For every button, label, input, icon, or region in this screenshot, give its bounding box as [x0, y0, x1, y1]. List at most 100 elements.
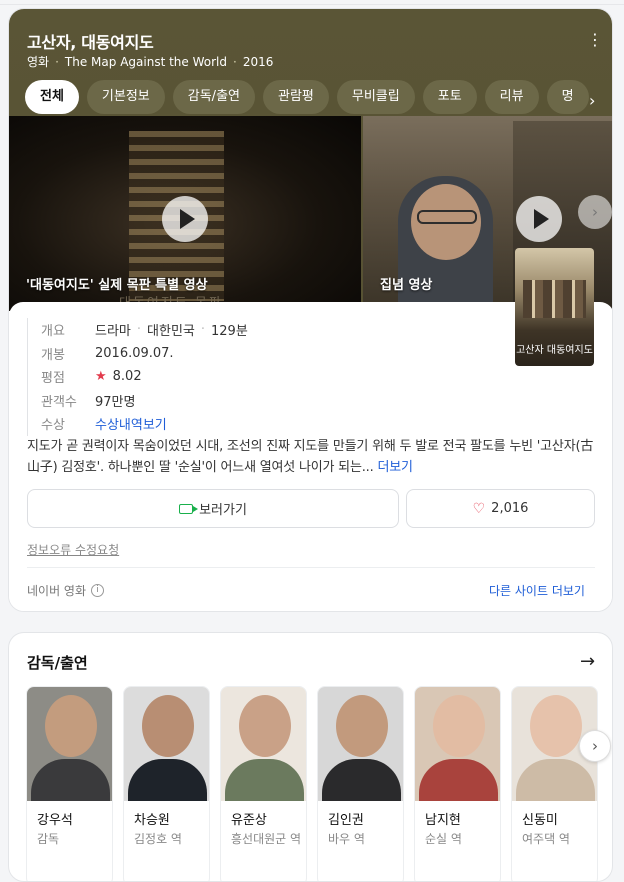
cast-item[interactable]: 유준상 흥선대원군 역 [220, 686, 307, 881]
info-row-rating: 평점 ★ 8.02 [41, 365, 248, 389]
english-title: The Map Against the World [64, 54, 227, 69]
movie-info-card: 고산자, 대동여지도 ⋮ 영화 · The Map Against the Wo… [8, 8, 613, 612]
rating-value[interactable]: ★ 8.02 [95, 369, 142, 384]
report-error-link[interactable]: 정보오류 수정요청 [27, 541, 119, 558]
arrow-right-icon[interactable]: → [580, 651, 595, 672]
separator-dot: · [55, 54, 59, 69]
tab-reviews[interactable]: 리뷰 [484, 80, 539, 114]
info-value: 드라마 · 대한민국 · 129분 [95, 320, 248, 339]
cast-list: 강우석 감독 차승원 김정호 역 유준상 흥선대원군 역 김인권 바우 역 남지… [26, 686, 598, 881]
star-icon: ★ [95, 369, 107, 385]
awards-link[interactable]: 수상내역보기 [95, 414, 167, 433]
info-table: 개요 드라마 · 대한민국 · 129분 개봉 2016.09.07. 평점 ★… [27, 318, 248, 436]
photo-body [419, 759, 498, 801]
photo-face [433, 695, 485, 757]
info-row-audience: 관객수 97만명 [41, 389, 248, 413]
photo-body [225, 759, 304, 801]
cast-role: 흥선대원군 역 [231, 832, 302, 846]
chevron-right-icon[interactable]: › [578, 195, 612, 229]
country[interactable]: 대한민국 [147, 320, 195, 339]
clip-glasses-image [417, 210, 477, 224]
cast-card: 감독/출연 → 강우석 감독 차승원 김정호 역 유준상 흥선대원군 역 김인권… [8, 632, 613, 882]
play-icon[interactable] [162, 196, 208, 242]
photo-face [530, 695, 582, 757]
cast-role: 여주댁 역 [522, 832, 570, 846]
photo-body [322, 759, 401, 801]
photo-body [128, 759, 207, 801]
separator-dot: · [200, 322, 206, 338]
poster-figures-image [523, 280, 586, 318]
cast-photo [221, 687, 306, 801]
other-sites-link[interactable]: 다른 사이트 더보기 [489, 582, 585, 599]
cast-name: 강우석 [37, 813, 73, 828]
cast-role: 감독 [37, 832, 60, 846]
tab-director-cast[interactable]: 감독/출연 [172, 80, 255, 114]
tab-scroll-right-icon[interactable]: › [589, 91, 595, 110]
cast-photo [124, 687, 209, 801]
genre[interactable]: 드라마 [95, 320, 131, 339]
tab-basic-info[interactable]: 기본정보 [86, 80, 165, 114]
synopsis-text: 지도가 곧 권력이자 목숨이었던 시대, 조선의 진짜 지도를 만들기 위해 두… [27, 439, 594, 475]
movie-title[interactable]: 고산자, 대동여지도 [27, 29, 154, 53]
photo-face [239, 695, 291, 757]
cast-role: 김정호 역 [134, 832, 182, 846]
like-button[interactable]: ♡ 2,016 [406, 489, 595, 528]
cast-item[interactable]: 김인권 바우 역 [317, 686, 404, 881]
photo-face [45, 695, 97, 757]
info-label: 관객수 [41, 394, 77, 410]
info-row-awards: 수상 수상내역보기 [41, 412, 248, 436]
info-row-overview: 개요 드라마 · 대한민국 · 129분 [41, 318, 248, 342]
photo-face [142, 695, 194, 757]
play-icon[interactable] [516, 196, 562, 242]
photo-body [31, 759, 110, 801]
watch-button[interactable]: 보러가기 [27, 489, 399, 528]
info-row-release: 개봉 2016.09.07. [41, 342, 248, 366]
tab-photos[interactable]: 포토 [422, 80, 477, 114]
release-year: 2016 [242, 54, 274, 69]
cast-item[interactable]: 차승원 김정호 역 [123, 686, 210, 881]
info-label: 개봉 [41, 347, 65, 363]
movie-subtitle: 영화 · The Map Against the World · 2016 [27, 53, 273, 70]
tab-all[interactable]: 전체 [25, 80, 79, 114]
cast-name: 남지현 [425, 813, 461, 828]
info-icon[interactable]: i [91, 584, 105, 597]
info-label: 수상 [41, 418, 65, 434]
video-clip-woodblock[interactable]: 대동여지도 목판 '대동여지도' 실제 목판 특별 영상 [9, 116, 361, 311]
photo-face [336, 695, 388, 757]
source-label: 네이버 영화 i [27, 582, 105, 599]
cast-item[interactable]: 강우석 감독 [26, 686, 113, 881]
cast-item[interactable]: 신동미 여주댁 역 [511, 686, 598, 881]
cast-name: 김인권 [328, 813, 364, 828]
tab-movie-clips[interactable]: 무비클립 [336, 80, 415, 114]
section-title[interactable]: 감독/출연 [27, 652, 88, 673]
cast-photo [27, 687, 112, 801]
movie-type: 영화 [27, 55, 50, 69]
runtime: 129분 [211, 324, 248, 340]
tab-reviews-rating[interactable]: 관람평 [263, 80, 329, 114]
separator-dot: · [136, 322, 142, 338]
more-options-icon[interactable]: ⋮ [587, 31, 603, 49]
clip-title[interactable]: 집념 영상 [380, 274, 432, 293]
poster-title: 고산자 대동여지도 [516, 345, 593, 356]
cast-role: 바우 역 [328, 832, 365, 846]
info-label: 개요 [41, 324, 65, 340]
synopsis-more-link[interactable]: 더보기 [377, 460, 412, 475]
chevron-right-icon[interactable]: › [579, 730, 611, 762]
cast-item[interactable]: 남지현 순실 역 [414, 686, 501, 881]
watch-button-label: 보러가기 [199, 503, 247, 518]
movie-poster[interactable]: 고산자 대동여지도 [515, 248, 594, 366]
section-divider [27, 567, 595, 568]
cast-name: 신동미 [522, 813, 558, 828]
separator-dot: · [232, 54, 237, 69]
photo-body [516, 759, 595, 801]
rating-score: 8.02 [112, 369, 142, 385]
audience-count: 97만명 [95, 394, 136, 410]
tab-bar: 전체 기본정보 감독/출연 관람평 무비클립 포토 리뷰 명 [25, 80, 590, 114]
clip-title[interactable]: '대동여지도' 실제 목판 특별 영상 [26, 274, 208, 293]
cast-photo [415, 687, 500, 801]
cast-photo [318, 687, 403, 801]
source-name: 네이버 영화 [27, 584, 87, 598]
tab-quotes[interactable]: 명 [546, 80, 589, 114]
synopsis: 지도가 곧 권력이자 목숨이었던 시대, 조선의 진짜 지도를 만들기 위해 두… [27, 436, 597, 478]
video-camera-icon [179, 503, 199, 514]
